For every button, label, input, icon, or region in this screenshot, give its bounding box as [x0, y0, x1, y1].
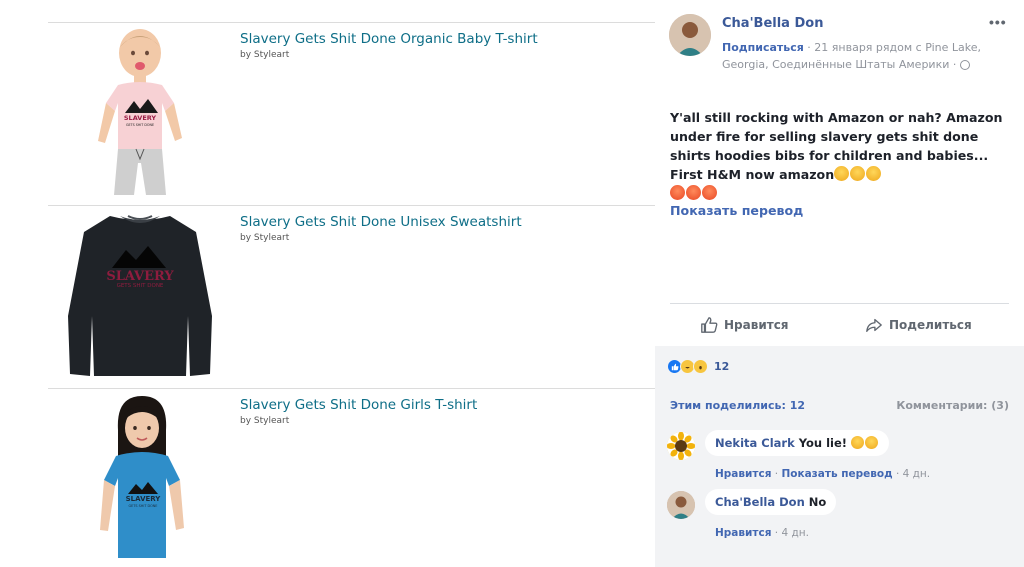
comment-time[interactable]: 4 дн. — [903, 468, 930, 480]
comment-bubble[interactable]: Nekita Clark You lie! — [705, 430, 890, 456]
commenter-avatar[interactable] — [667, 432, 695, 460]
reactions-count[interactable]: 12 — [714, 360, 729, 373]
worried-face-icon — [865, 436, 879, 449]
comments-count[interactable]: Комментарии: (3) — [896, 399, 1009, 412]
pensive-face-icon — [850, 166, 866, 181]
comment: Nekita Clark You lie! Нравится · Показать… — [667, 430, 1012, 480]
comment-time[interactable]: 4 дн. — [781, 527, 808, 539]
author-name[interactable]: Cha'Bella Don — [722, 16, 823, 31]
product-row[interactable]: SLAVERY GETS SHIT DONE Slavery Gets Shit… — [48, 23, 655, 205]
sweatshirt-print-line2: GETS SHIT DONE — [117, 283, 164, 289]
comment: Cha'Bella Don No Нравится · 4 дн. — [667, 489, 1012, 539]
angry-face-icon — [670, 185, 685, 200]
share-label: Поделиться — [889, 318, 972, 332]
globe-icon — [959, 60, 970, 70]
baby-shirt-print-line2: GETS SHIT DONE — [126, 123, 154, 127]
comment-translate-link[interactable]: Показать перевод — [781, 468, 892, 480]
comment-like-link[interactable]: Нравится — [715, 527, 771, 539]
girl-shirt-print-line1: SLAVERY — [126, 495, 162, 503]
post-meta: Подписаться · 21 января рядом с Pine Lak… — [722, 39, 1002, 73]
thumbs-up-icon — [701, 317, 718, 333]
facebook-post: Cha'Bella Don ••• Подписаться · 21 январ… — [655, 0, 1024, 567]
comment-like-link[interactable]: Нравится — [715, 468, 771, 480]
girl-shirt-print-line2: GETS SHIT DONE — [129, 504, 158, 508]
product-title[interactable]: Slavery Gets Shit Done Girls T-shirt — [240, 397, 477, 413]
comment-text: No — [808, 495, 827, 509]
commenter-name[interactable]: Nekita Clark — [715, 436, 795, 450]
baby-shirt-print-line1: SLAVERY — [124, 114, 157, 122]
comments-section: 12 Этим поделились: 12 Комментарии: (3) — [655, 346, 1024, 567]
comment-actions: Нравится · 4 дн. — [715, 527, 809, 539]
wow-reaction-icon — [693, 359, 708, 374]
angry-face-icon — [702, 185, 717, 200]
pensive-face-icon — [834, 166, 850, 181]
post-text: Y'all still rocking with Amazon or nah? … — [670, 108, 1010, 203]
commenter-avatar[interactable] — [667, 491, 695, 519]
like-label: Нравится — [724, 318, 789, 332]
share-arrow-icon — [866, 318, 882, 332]
show-translation-link[interactable]: Показать перевод — [670, 203, 803, 218]
sweatshirt-print-line1: SLAVERY — [106, 269, 174, 284]
shares-count[interactable]: Этим поделились: 12 — [670, 399, 805, 412]
comment-actions: Нравится · Показать перевод · 4 дн. — [715, 468, 931, 480]
worried-face-icon — [851, 436, 865, 449]
product-image-sweatshirt[interactable]: SLAVERY GETS SHIT DONE — [48, 206, 233, 386]
comment-bubble[interactable]: Cha'Bella Don No — [705, 489, 837, 515]
follow-link[interactable]: Подписаться — [722, 41, 804, 54]
product-title[interactable]: Slavery Gets Shit Done Unisex Sweatshirt — [240, 214, 522, 230]
product-listing: SLAVERY GETS SHIT DONE Slavery Gets Shit… — [0, 0, 655, 567]
share-button[interactable]: Поделиться — [865, 316, 972, 334]
product-brand[interactable]: by Styleart — [240, 50, 289, 60]
author-avatar[interactable] — [669, 14, 711, 56]
like-button[interactable]: Нравится — [700, 316, 789, 334]
post-body: Cha'Bella Don ••• Подписаться · 21 январ… — [655, 0, 1024, 346]
product-image-girls-tshirt[interactable]: SLAVERY GETS SHIT DONE — [48, 389, 233, 567]
more-horizontal-icon[interactable]: ••• — [989, 14, 1007, 30]
product-image-baby-tshirt[interactable]: SLAVERY GETS SHIT DONE — [48, 23, 233, 203]
product-brand[interactable]: by Styleart — [240, 233, 289, 243]
reactions-summary[interactable]: 12 — [667, 359, 729, 374]
product-title[interactable]: Slavery Gets Shit Done Organic Baby T-sh… — [240, 31, 538, 47]
pensive-face-icon — [866, 166, 882, 181]
angry-face-icon — [686, 185, 701, 200]
commenter-name[interactable]: Cha'Bella Don — [715, 495, 805, 509]
product-row[interactable]: SLAVERY GETS SHIT DONE Slavery Gets Shit… — [48, 389, 655, 567]
product-brand[interactable]: by Styleart — [240, 416, 289, 426]
comment-text: You lie! — [798, 436, 848, 450]
product-row[interactable]: SLAVERY GETS SHIT DONE Slavery Gets Shit… — [48, 206, 655, 388]
divider — [670, 303, 1009, 304]
